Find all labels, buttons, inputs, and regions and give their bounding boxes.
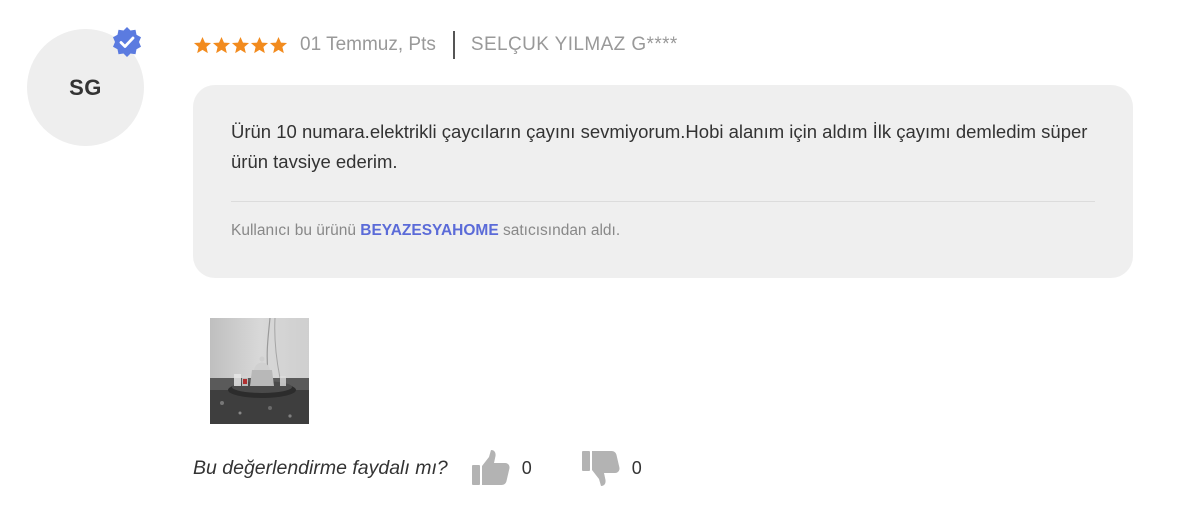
review-date: 01 Temmuz, Pts — [300, 34, 436, 55]
dislike-button[interactable]: 0 — [580, 447, 642, 489]
helpful-section: Bu değerlendirme faydalı mı? 0 0 — [193, 448, 642, 488]
review-photo — [210, 318, 309, 424]
star-icon — [269, 36, 288, 53]
helpful-question: Bu değerlendirme faydalı mı? — [193, 456, 448, 479]
dislike-count: 0 — [631, 457, 642, 478]
thumbs-up-icon — [471, 450, 510, 485]
star-icon — [212, 36, 231, 53]
star-icon — [193, 36, 212, 53]
like-button[interactable]: 0 — [470, 447, 532, 489]
like-count: 0 — [521, 457, 532, 478]
review-photo-thumbnail[interactable] — [210, 318, 309, 424]
seller-note-suffix: satıcısından aldı. — [498, 222, 621, 239]
star-icon — [250, 36, 269, 53]
comment-bubble: Ürün 10 numara.elektrikli çaycıların çay… — [193, 85, 1133, 278]
review-meta: 01 Temmuz, Pts SELÇUK YILMAZ G**** — [193, 30, 678, 60]
avatar-initials: SG — [69, 74, 102, 100]
seller-link[interactable]: BEYAZESYAHOME — [360, 222, 498, 239]
seller-note-prefix: Kullanıcı bu ürünü — [231, 222, 361, 239]
meta-divider — [452, 31, 455, 59]
bubble-divider — [231, 201, 1095, 202]
star-rating — [193, 36, 288, 55]
seller-note: Kullanıcı bu ürünü BEYAZESYAHOME satıcıs… — [231, 222, 620, 240]
review-comment: Ürün 10 numara.elektrikli çaycıların çay… — [231, 121, 1088, 172]
thumbs-down-icon — [581, 451, 620, 486]
review-card: SG 01 Temmuz, Pts SELÇUK YILMAZ G**** Ür… — [0, 0, 1200, 529]
reviewer-name: SELÇUK YILMAZ G**** — [470, 34, 678, 55]
star-icon — [231, 36, 250, 53]
verified-badge-icon — [113, 27, 141, 57]
